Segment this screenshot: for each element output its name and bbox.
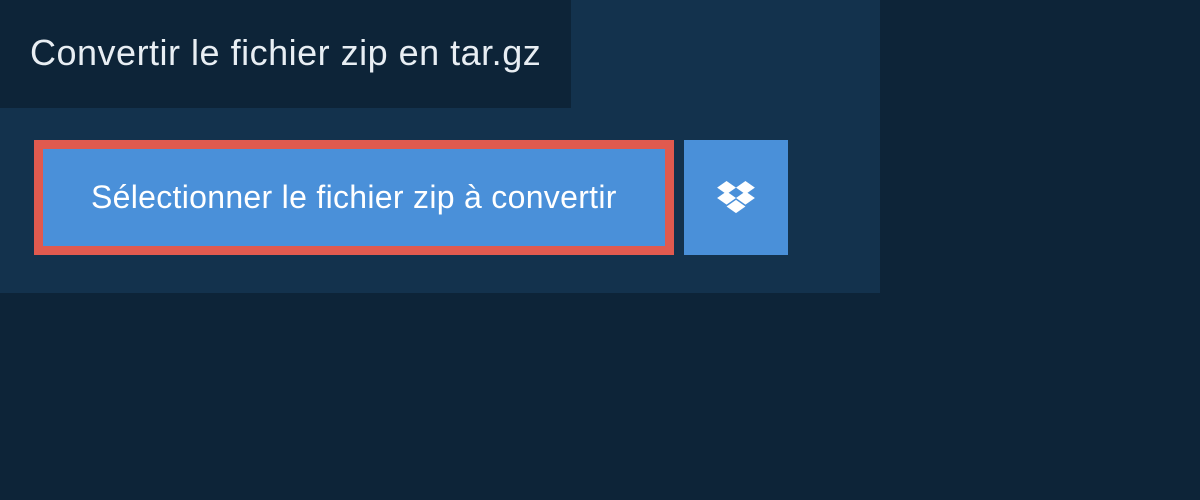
page-title: Convertir le fichier zip en tar.gz: [0, 0, 571, 108]
select-file-button[interactable]: Sélectionner le fichier zip à convertir: [34, 140, 674, 255]
dropbox-icon: [717, 181, 755, 215]
converter-panel: Convertir le fichier zip en tar.gz Sélec…: [0, 0, 880, 293]
dropbox-button[interactable]: [684, 140, 788, 255]
action-row: Sélectionner le fichier zip à convertir: [0, 108, 880, 293]
